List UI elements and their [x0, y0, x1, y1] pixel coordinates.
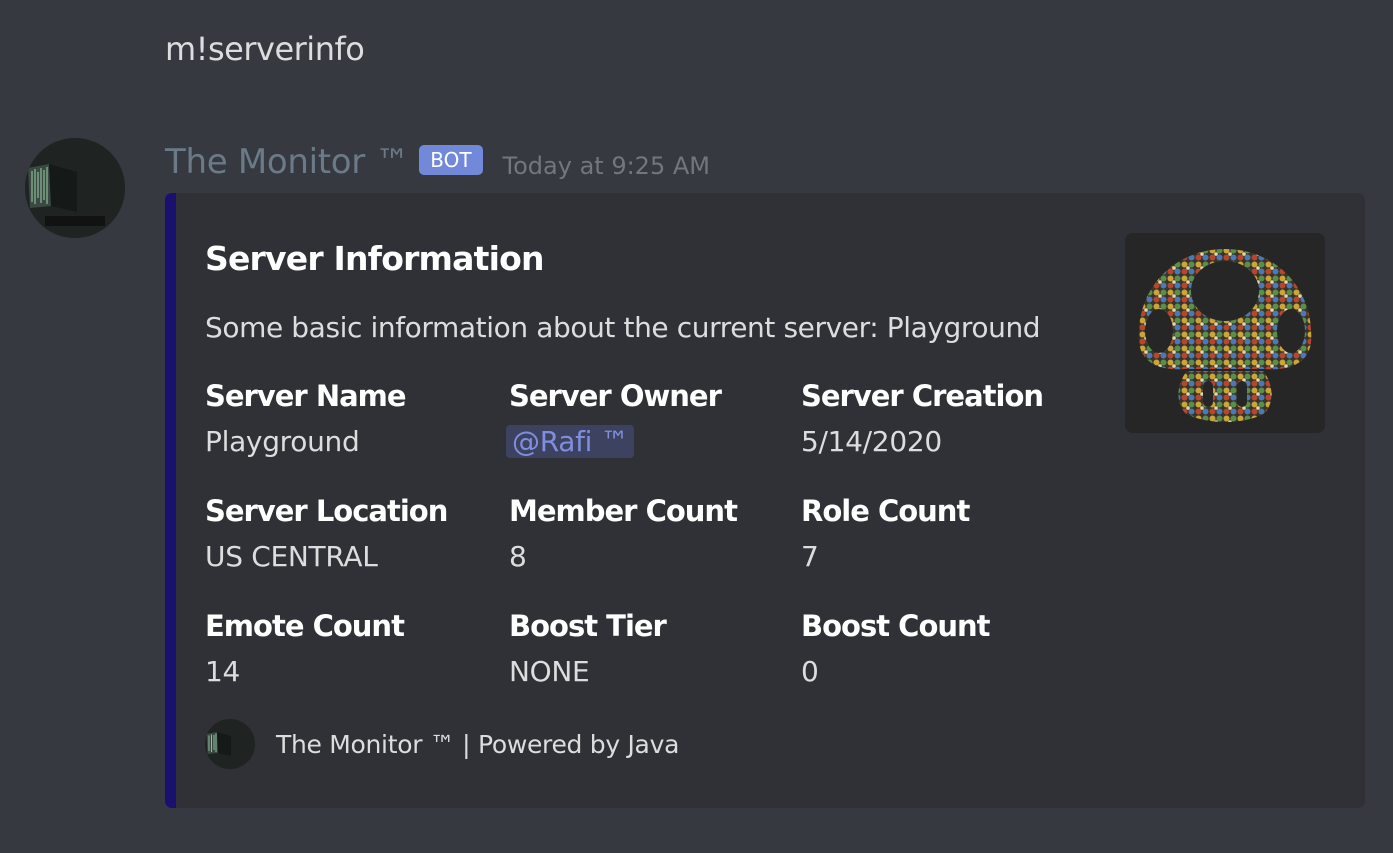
field-value: US CENTRAL — [205, 540, 378, 573]
field-value: 14 — [205, 655, 241, 688]
bot-tag-badge: BOT — [419, 145, 483, 175]
field-name: Role Count — [801, 494, 970, 528]
field-value: NONE — [509, 655, 590, 688]
field-name: Boost Tier — [509, 609, 667, 643]
mushroom-mosaic-server-icon — [1125, 233, 1325, 433]
dark-computer-screen-avatar-icon — [25, 138, 125, 238]
chat-view: m!serverinfo The Monitor ™ BOT Today at … — [0, 0, 1393, 853]
footer-avatar — [205, 719, 255, 769]
message-timestamp: Today at 9:25 AM — [502, 152, 710, 180]
field-boost-tier: Boost Tier NONE — [509, 609, 789, 688]
field-server-creation: Server Creation 5/14/2020 — [801, 379, 1081, 458]
field-value: 0 — [801, 655, 819, 688]
embed-description: Some basic information about the current… — [205, 311, 1041, 344]
field-name: Member Count — [509, 494, 738, 528]
field-name: Server Creation — [801, 379, 1044, 413]
embed-thumbnail[interactable] — [1125, 233, 1325, 433]
field-value: 5/14/2020 — [801, 425, 942, 458]
field-name: Emote Count — [205, 609, 405, 643]
field-server-location: Server Location US CENTRAL — [205, 494, 485, 573]
field-server-name: Server Name Playground — [205, 379, 485, 458]
field-value: Playground — [205, 425, 360, 458]
field-name: Server Name — [205, 379, 407, 413]
message-header: The Monitor ™ BOT Today at 9:25 AM — [165, 140, 710, 184]
footer-text: The Monitor ™ | Powered by Java — [276, 729, 680, 759]
field-server-owner: Server Owner @Rafi ™ — [506, 379, 789, 458]
bot-avatar[interactable] — [25, 138, 125, 238]
author-name[interactable]: The Monitor ™ — [165, 142, 410, 182]
owner-mention[interactable]: @Rafi ™ — [506, 425, 635, 458]
embed-title: Server Information — [205, 239, 544, 278]
dark-computer-screen-avatar-icon — [205, 719, 255, 769]
field-name: Boost Count — [801, 609, 991, 643]
previous-message-text: m!serverinfo — [165, 30, 365, 68]
embed-accent-bar — [165, 193, 176, 808]
field-member-count: Member Count 8 — [509, 494, 789, 573]
embed-card: Server Information Some basic informatio… — [165, 193, 1365, 808]
embed-footer: The Monitor ™ | Powered by Java — [205, 719, 679, 769]
field-value: 8 — [509, 540, 527, 573]
field-name: Server Location — [205, 494, 448, 528]
field-name: Server Owner — [509, 379, 722, 413]
field-value: 7 — [801, 540, 819, 573]
field-emote-count: Emote Count 14 — [205, 609, 485, 688]
field-role-count: Role Count 7 — [801, 494, 1081, 573]
field-boost-count: Boost Count 0 — [801, 609, 1081, 688]
